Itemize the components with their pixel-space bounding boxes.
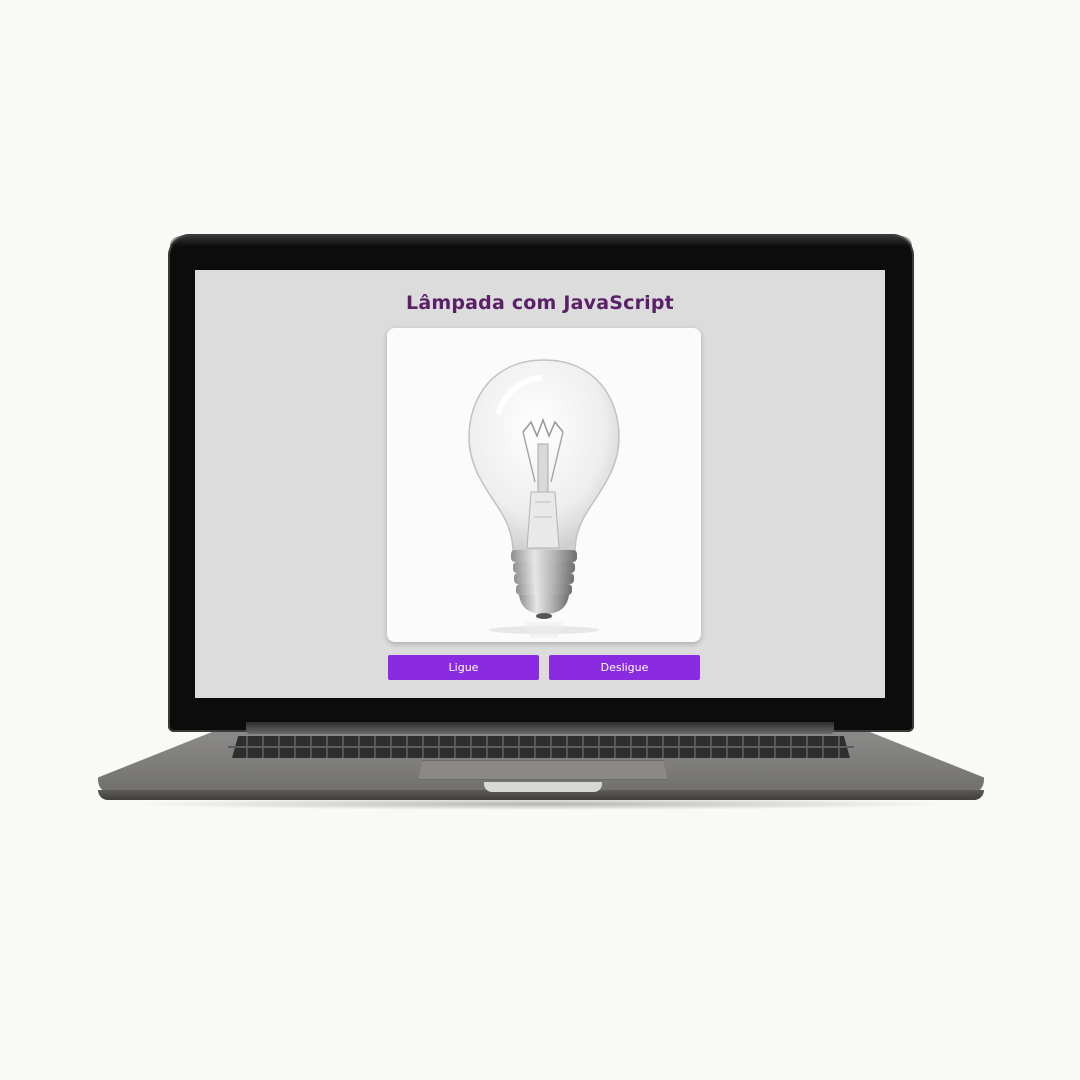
bulb-card <box>387 328 701 642</box>
laptop-hinge <box>246 722 834 734</box>
turn-on-button[interactable]: Ligue <box>388 655 539 680</box>
laptop-mockup: Lâmpada com JavaScript Ligue Desligue <box>0 0 1080 1080</box>
laptop-trackpad <box>418 760 668 780</box>
turn-off-button[interactable]: Desligue <box>549 655 700 680</box>
keyboard-row-divider <box>228 746 854 748</box>
page-title: Lâmpada com JavaScript <box>406 292 674 314</box>
lightbulb-icon <box>468 359 620 638</box>
laptop-opening-notch <box>484 782 602 792</box>
laptop-screen: Lâmpada com JavaScript Ligue Desligue <box>195 270 885 698</box>
laptop-lid-sheen <box>170 236 912 246</box>
